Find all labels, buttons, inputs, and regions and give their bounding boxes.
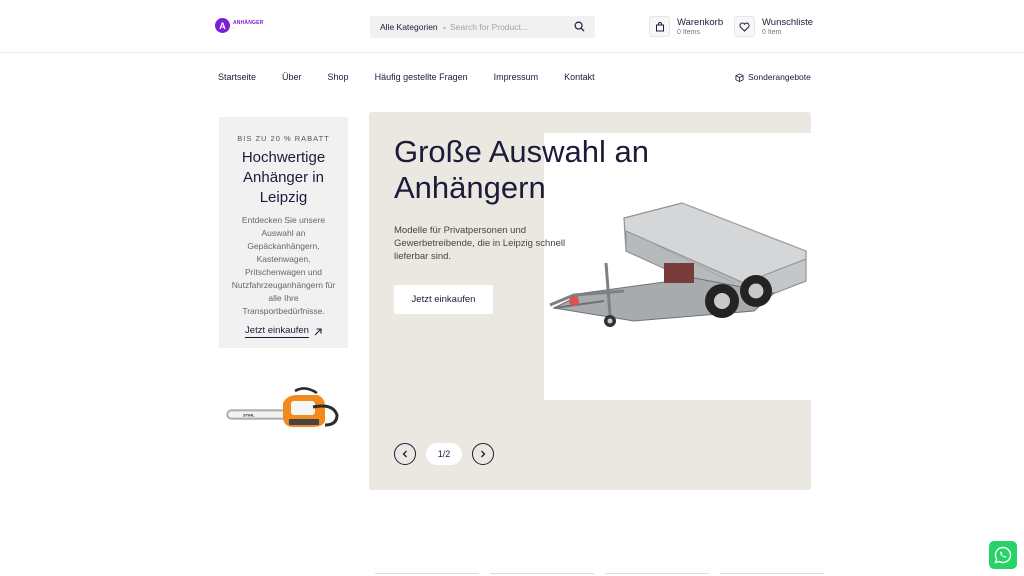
cart-icon bbox=[649, 16, 670, 37]
search-input[interactable] bbox=[450, 22, 560, 32]
search-icon[interactable] bbox=[574, 21, 585, 32]
promo-text: Entdecken Sie unsere Auswahl an Gepäckan… bbox=[231, 215, 336, 316]
nav-item-kontakt[interactable]: Kontakt bbox=[564, 72, 595, 82]
special-offers-link[interactable]: Sonderangebote bbox=[735, 72, 811, 82]
category-select-label: Alle Kategorien bbox=[380, 22, 438, 32]
svg-text:STIHL: STIHL bbox=[243, 413, 255, 418]
cart-button[interactable]: Warenkorb 0 Items bbox=[649, 16, 723, 37]
logo-name: ANHÄNGER bbox=[233, 20, 264, 26]
chainsaw-image[interactable]: STIHL bbox=[225, 385, 342, 437]
hero-title: Große Auswahl an Anhängern bbox=[394, 134, 650, 205]
hero-shop-button[interactable]: Jetzt einkaufen bbox=[394, 285, 493, 314]
cart-label: Warenkorb 0 Items bbox=[677, 17, 723, 36]
category-select[interactable]: Alle Kategorien ⌄ bbox=[370, 22, 450, 32]
logo-sub: • bbox=[233, 26, 235, 30]
wishlist-label: Wunschliste 0 Item bbox=[762, 17, 813, 36]
logo-badge-icon: A bbox=[215, 18, 230, 33]
logo-text: ANHÄNGER • bbox=[233, 21, 264, 30]
main-nav: Startseite Über Shop Häufig gestellte Fr… bbox=[218, 72, 621, 82]
promo-kicker: BIS ZU 20 % RABATT bbox=[237, 134, 330, 143]
nav-item-shop[interactable]: Shop bbox=[328, 72, 349, 82]
slider-pager: 1/2 bbox=[426, 443, 462, 465]
chevron-down-icon: ⌄ bbox=[441, 24, 448, 31]
box-icon bbox=[735, 72, 744, 82]
chevron-left-icon bbox=[402, 450, 407, 458]
promo-title: Hochwertige Anhänger in Leipzig bbox=[241, 149, 326, 206]
wishlist-count: 0 Item bbox=[762, 29, 782, 36]
hero-slider: Große Auswahl an Anhängern Modelle für P… bbox=[369, 112, 811, 490]
nav-item-ueber[interactable]: Über bbox=[282, 72, 302, 82]
whatsapp-icon bbox=[994, 546, 1012, 564]
nav-item-startseite[interactable]: Startseite bbox=[218, 72, 256, 82]
whatsapp-chat-button[interactable] bbox=[989, 541, 1017, 569]
chevron-right-icon bbox=[481, 450, 486, 458]
slider-next-button[interactable] bbox=[472, 443, 494, 465]
heart-icon bbox=[734, 16, 755, 37]
promo-shop-link[interactable]: Jetzt einkaufen bbox=[245, 325, 322, 338]
special-offers-label: Sonderangebote bbox=[748, 72, 811, 82]
nav-item-faq[interactable]: Häufig gestellte Fragen bbox=[375, 72, 468, 82]
site-logo[interactable]: A ANHÄNGER • bbox=[215, 18, 264, 33]
wishlist-button[interactable]: Wunschliste 0 Item bbox=[734, 16, 813, 37]
site-header: A ANHÄNGER • Alle Kategorien ⌄ Warenkorb… bbox=[0, 0, 1024, 53]
search-bar: Alle Kategorien ⌄ bbox=[370, 16, 595, 38]
nav-item-impressum[interactable]: Impressum bbox=[494, 72, 539, 82]
arrow-up-right-icon bbox=[314, 327, 322, 335]
promo-link-label: Jetzt einkaufen bbox=[245, 325, 309, 338]
cart-title: Warenkorb bbox=[677, 17, 724, 28]
cart-count: 0 Items bbox=[677, 29, 700, 36]
wishlist-title: Wunschliste bbox=[762, 17, 814, 28]
hero-text: Modelle für Privatpersonen und Gewerbetr… bbox=[394, 225, 566, 262]
slider-prev-button[interactable] bbox=[394, 443, 416, 465]
promo-box: BIS ZU 20 % RABATT Hochwertige Anhänger … bbox=[219, 117, 348, 348]
